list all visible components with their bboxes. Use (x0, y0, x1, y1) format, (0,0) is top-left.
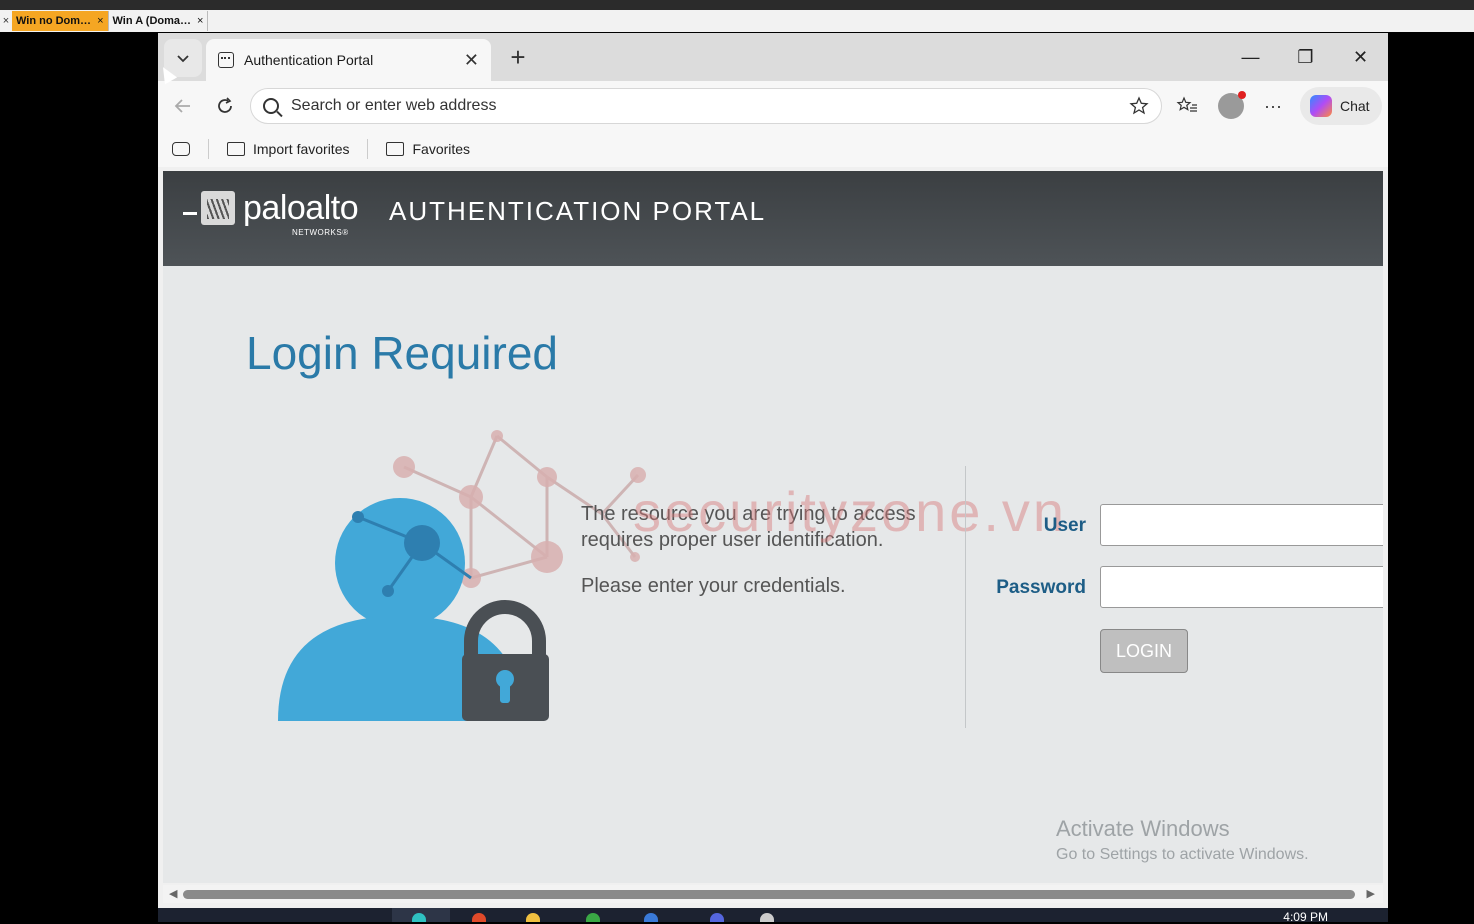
vm-tab-win-no-domain[interactable]: Win no Dom… × (12, 11, 109, 31)
vm-close-icon[interactable]: × (0, 15, 12, 27)
tab-title: Authentication Portal (244, 52, 374, 68)
chevron-down-icon (177, 55, 189, 63)
window-controls: — ❐ ✕ (1223, 33, 1388, 81)
app-icon[interactable] (760, 913, 774, 922)
app-icon[interactable] (586, 913, 600, 922)
favorite-star-icon[interactable] (1129, 96, 1149, 116)
favorites-separator (208, 139, 209, 159)
copilot-icon (1310, 95, 1332, 117)
portal-title: AUTHENTICATION PORTAL (389, 196, 767, 226)
collections-icon[interactable] (172, 142, 190, 156)
folder-app-icon[interactable] (526, 913, 540, 922)
tab-close-icon[interactable]: ✕ (464, 50, 479, 71)
vm-tab-close-icon[interactable]: × (197, 15, 203, 27)
minimize-button[interactable]: — (1223, 33, 1278, 81)
edge-app-icon[interactable] (412, 913, 426, 922)
horizontal-scrollbar[interactable]: ◀ ▶ (163, 885, 1383, 903)
close-window-button[interactable]: ✕ (1333, 33, 1388, 81)
brand-subtitle: NETWORKS® (292, 228, 349, 237)
logo-dash (183, 212, 197, 215)
password-label: Password (996, 577, 1086, 598)
favorites-bar: Import favorites Favorites (158, 131, 1388, 167)
favorites-folder-label: Favorites (412, 141, 471, 157)
vm-tab-close-icon[interactable]: × (97, 15, 103, 27)
avatar (1218, 91, 1246, 119)
scroll-right-icon[interactable]: ▶ (1367, 887, 1375, 900)
profile-button[interactable] (1216, 91, 1246, 121)
app-icon[interactable] (644, 913, 658, 922)
activate-windows-subtitle: Go to Settings to activate Windows. (1056, 846, 1309, 863)
user-input[interactable] (1100, 504, 1383, 546)
page-title: Login Required (246, 327, 559, 379)
vm-tab-win-a-domain[interactable]: Win A (Doma… × (109, 11, 209, 31)
scroll-left-icon[interactable]: ◀ (169, 887, 177, 900)
import-favorites-label: Import favorites (253, 141, 350, 157)
refresh-icon (218, 97, 232, 113)
user-label: User (1043, 515, 1086, 536)
favorites-button[interactable] (1172, 91, 1202, 121)
back-arrow-icon (174, 99, 190, 113)
login-button[interactable]: LOGIN (1100, 629, 1188, 673)
vm-tab-label: Win no Dom… (16, 15, 92, 27)
address-bar[interactable] (250, 88, 1162, 124)
back-button[interactable] (168, 91, 198, 121)
page-favicon-icon (218, 52, 234, 68)
restore-button[interactable]: ❐ (1278, 33, 1333, 81)
browser-titlebar: Authentication Portal ✕ + — ❐ ✕ (158, 33, 1388, 81)
app-icon[interactable] (710, 913, 724, 922)
taskbar: 4:09 PM (158, 908, 1388, 924)
auth-portal-page: paloalto NETWORKS® AUTHENTICATION PORTAL… (163, 171, 1383, 883)
import-icon (227, 142, 245, 156)
address-input[interactable] (291, 97, 1129, 115)
vm-tab-label: Win A (Doma… (112, 15, 192, 27)
favorites-separator (367, 139, 369, 159)
vm-top-strip (0, 0, 1474, 10)
scrollbar-thumb[interactable] (183, 890, 1355, 899)
password-input[interactable] (1100, 566, 1383, 608)
browser-window: Authentication Portal ✕ + — ❐ ✕ ··· (158, 33, 1388, 908)
folder-icon (386, 142, 405, 156)
paloalto-logo: paloalto (183, 189, 359, 227)
copilot-chat-button[interactable]: Chat (1300, 87, 1382, 125)
brand-name: paloalto (243, 189, 359, 227)
more-options-button[interactable]: ··· (1258, 91, 1288, 121)
auth-instruction: Please enter your credentials. (581, 575, 846, 597)
vm-tab-strip: × Win no Dom… × Win A (Doma… × (0, 10, 1474, 32)
import-favorites-link[interactable]: Import favorites (227, 141, 349, 157)
refresh-button[interactable] (210, 91, 240, 121)
portal-banner: paloalto NETWORKS® AUTHENTICATION PORTAL (163, 171, 1383, 266)
tab-authentication-portal[interactable]: Authentication Portal ✕ (206, 39, 491, 81)
chat-label: Chat (1340, 98, 1370, 114)
new-tab-button[interactable]: + (504, 42, 532, 72)
browser-toolbar: ··· Chat (158, 81, 1388, 131)
paloalto-mark-icon (201, 191, 235, 225)
search-icon (263, 98, 279, 114)
activate-windows-notice: Activate Windows Go to Settings to activ… (1056, 816, 1309, 864)
favorites-folder-link[interactable]: Favorites (386, 141, 470, 157)
app-icon[interactable] (472, 913, 486, 922)
favorites-list-icon (1176, 96, 1197, 112)
activate-windows-title: Activate Windows (1056, 816, 1230, 841)
